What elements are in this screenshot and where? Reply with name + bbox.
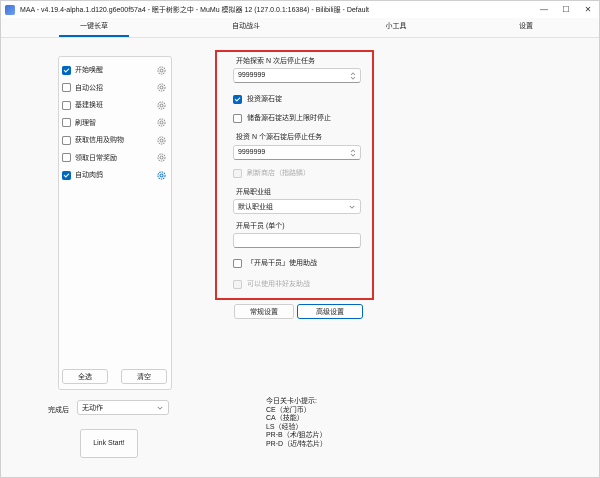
use-nonfriend-toggle[interactable]: 可以使用非好友助战	[233, 279, 310, 289]
normal-settings-button[interactable]: 常规设置	[234, 304, 294, 319]
start-operator-input[interactable]	[233, 233, 361, 248]
refresh-shop-toggle[interactable]: 刷新商店（指路鳞）	[233, 168, 310, 178]
link-start-button[interactable]: Link Start!	[80, 429, 138, 458]
use-support-checkbox[interactable]	[233, 258, 242, 268]
task-item-mall[interactable]: 获取信用及购物	[62, 133, 167, 147]
title-bar: MAA - v4.19.4-alpha.1.d120.g6e00f57a4 - …	[1, 1, 599, 18]
gear-icon[interactable]	[156, 82, 167, 93]
stop-when-full-checkbox[interactable]	[233, 113, 242, 123]
invest-n-label: 投资 N 个源石锭后停止任务	[236, 134, 322, 141]
task-list-panel: 开始唤醒 自动公招 基建换班 刷理智 获取信用及购物 领取日常奖励 自动肉鸽 全…	[58, 56, 172, 390]
tips-line: CE（龙门币）	[266, 406, 311, 414]
advanced-settings-button[interactable]: 高级设置	[297, 304, 363, 319]
tab-auto-battle[interactable]: 自动战斗	[211, 18, 281, 38]
after-complete-value: 无动作	[82, 404, 103, 412]
spinner-arrows-icon[interactable]	[350, 148, 356, 158]
task-item-wakeup[interactable]: 开始唤醒	[62, 63, 167, 77]
task-item-recruit[interactable]: 自动公招	[62, 81, 167, 95]
maximize-button[interactable]: ☐	[555, 1, 577, 18]
task-checkbox[interactable]	[62, 135, 71, 145]
start-explore-label: 开始探索 N 次后停止任务	[236, 58, 315, 65]
main-tabs: 一键长草 自动战斗 小工具 设置	[1, 18, 599, 38]
task-checkbox[interactable]	[62, 153, 71, 162]
start-explore-value: 9999999	[238, 72, 266, 79]
use-support-toggle[interactable]: 「开局干员」使用助战	[233, 258, 317, 268]
task-label: 领取日常奖励	[75, 154, 117, 162]
app-window: MAA - v4.19.4-alpha.1.d120.g6e00f57a4 - …	[0, 0, 600, 478]
chevron-down-icon	[157, 406, 163, 410]
invest-toggle[interactable]: 投资源石锭	[233, 94, 282, 104]
window-title: MAA - v4.19.4-alpha.1.d120.g6e00f57a4 - …	[20, 6, 369, 14]
task-label: 刷理智	[75, 119, 96, 127]
tips-line: PR-B（术/狙芯片）	[266, 432, 327, 440]
task-item-infrast[interactable]: 基建换班	[62, 98, 167, 112]
tips-line: PR-D（近/特芯片）	[266, 440, 328, 448]
minimize-button[interactable]: —	[533, 1, 555, 18]
start-class-value: 默认职业组	[238, 203, 273, 211]
use-nonfriend-label: 可以使用非好友助战	[247, 281, 310, 288]
tab-settings[interactable]: 设置	[506, 18, 546, 38]
use-support-label: 「开局干员」使用助战	[247, 260, 317, 267]
refresh-shop-checkbox[interactable]	[233, 168, 242, 178]
start-class-label: 开局职业组	[236, 189, 271, 196]
use-nonfriend-checkbox[interactable]	[233, 279, 242, 289]
spinner-arrows-icon[interactable]	[350, 71, 356, 81]
task-label: 获取信用及购物	[75, 137, 124, 144]
gear-icon[interactable]	[156, 100, 167, 111]
maa-app-icon	[5, 4, 15, 15]
task-item-fight[interactable]: 刷理智	[62, 116, 167, 130]
start-operator-label: 开局干员 (单个)	[236, 223, 285, 230]
gear-icon[interactable]	[156, 170, 167, 181]
gear-icon[interactable]	[156, 135, 167, 146]
task-item-award[interactable]: 领取日常奖励	[62, 151, 167, 165]
tips-line: CA（技能）	[266, 415, 304, 423]
after-complete-label: 完成后	[48, 407, 69, 414]
task-checkbox[interactable]	[62, 100, 71, 110]
daily-stage-tips: 今日关卡小提示: CE（龙门币） CA（技能） LS（经验） PR-B（术/狙芯…	[266, 398, 327, 450]
tips-title: 今日关卡小提示:	[266, 398, 317, 405]
task-label: 开始唤醒	[75, 67, 103, 74]
task-checkbox[interactable]	[62, 83, 71, 92]
gear-icon[interactable]	[156, 152, 167, 163]
task-checkbox[interactable]	[62, 65, 71, 75]
clear-button[interactable]: 清空	[121, 369, 167, 384]
gear-icon[interactable]	[156, 65, 167, 76]
task-label: 自动肉鸽	[75, 172, 103, 179]
tab-one-click[interactable]: 一键长草	[59, 18, 129, 38]
gear-icon[interactable]	[156, 117, 167, 128]
after-complete-select[interactable]: 无动作	[77, 400, 169, 415]
task-label: 基建换班	[75, 102, 103, 109]
invest-n-value: 9999999	[238, 149, 266, 156]
task-label: 自动公招	[75, 84, 103, 92]
task-checkbox[interactable]	[62, 170, 71, 180]
task-checkbox[interactable]	[62, 118, 71, 127]
tab-tools[interactable]: 小工具	[366, 18, 426, 38]
stop-when-full-label: 储备源石锭达到上限时停止	[247, 115, 331, 122]
close-button[interactable]: ✕	[577, 1, 599, 18]
window-controls: — ☐ ✕	[533, 1, 599, 18]
invest-checkbox[interactable]	[233, 94, 242, 104]
invest-n-input[interactable]: 9999999	[233, 145, 361, 160]
refresh-shop-label: 刷新商店（指路鳞）	[247, 170, 310, 177]
chevron-down-icon	[349, 205, 355, 209]
select-all-button[interactable]: 全选	[62, 369, 108, 384]
task-item-roguelike[interactable]: 自动肉鸽	[62, 168, 167, 182]
start-class-select[interactable]: 默认职业组	[233, 199, 361, 214]
invest-label: 投资源石锭	[247, 96, 282, 103]
start-explore-input[interactable]: 9999999	[233, 68, 361, 83]
stop-when-full-toggle[interactable]: 储备源石锭达到上限时停止	[233, 113, 331, 123]
